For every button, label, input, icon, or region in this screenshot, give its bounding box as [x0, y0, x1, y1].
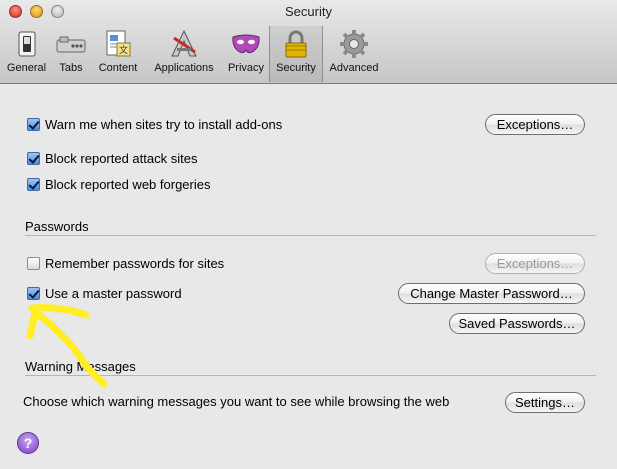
security-lock-icon	[285, 30, 307, 58]
block-web-forgeries-checkbox[interactable]	[27, 178, 40, 191]
warn-addons-label: Warn me when sites try to install add-on…	[45, 117, 283, 132]
security-pane: Warn me when sites try to install add-on…	[6, 84, 611, 464]
saved-passwords-button[interactable]: Saved Passwords…	[449, 313, 585, 334]
tab-tabs[interactable]: Tabs	[51, 26, 91, 82]
block-attack-sites-row[interactable]: Block reported attack sites	[27, 151, 197, 166]
tab-security[interactable]: Security	[269, 26, 323, 82]
master-password-label: Use a master password	[45, 286, 182, 301]
advanced-gear-icon	[340, 30, 368, 58]
tab-privacy[interactable]: Privacy	[223, 26, 269, 82]
block-attack-sites-label: Block reported attack sites	[45, 151, 198, 166]
title-bar: Security General Tabs 文 Content Applicat…	[0, 0, 617, 84]
tab-content[interactable]: 文 Content	[91, 26, 145, 82]
addons-exceptions-button[interactable]: Exceptions…	[485, 114, 585, 135]
change-master-password-button[interactable]: Change Master Password…	[398, 283, 585, 304]
tab-applications[interactable]: Applications	[145, 26, 223, 82]
window-title: Security	[285, 4, 332, 19]
remember-passwords-label: Remember passwords for sites	[45, 256, 225, 271]
remember-passwords-row[interactable]: Remember passwords for sites	[27, 256, 224, 271]
applications-icon	[171, 29, 197, 57]
help-button[interactable]: ?	[17, 432, 39, 454]
block-attack-sites-checkbox[interactable]	[27, 152, 40, 165]
block-web-forgeries-row[interactable]: Block reported web forgeries	[27, 177, 210, 192]
svg-text:文: 文	[119, 44, 128, 56]
remember-passwords-checkbox[interactable]	[27, 257, 40, 270]
warn-addons-checkbox-row[interactable]: Warn me when sites try to install add-on…	[27, 117, 282, 132]
passwords-separator	[25, 235, 596, 236]
preferences-toolbar: General Tabs 文 Content Applications Priv…	[2, 26, 385, 82]
general-switch-icon	[18, 31, 35, 57]
master-password-checkbox[interactable]	[27, 287, 40, 300]
block-web-forgeries-label: Block reported web forgeries	[45, 177, 211, 192]
tab-advanced[interactable]: Advanced	[323, 26, 385, 82]
passwords-heading: Passwords	[25, 219, 89, 234]
content-document-icon: 文	[106, 30, 131, 57]
master-password-row[interactable]: Use a master password	[27, 286, 182, 301]
preferences-window: Security General Tabs 文 Content Applicat…	[0, 0, 617, 469]
warn-addons-checkbox[interactable]	[27, 118, 40, 131]
passwords-exceptions-button: Exceptions…	[485, 253, 585, 274]
yellow-annotation-arrow-icon	[26, 304, 108, 388]
privacy-mask-icon	[232, 34, 260, 54]
warning-messages-description: Choose which warning messages you want t…	[23, 394, 450, 409]
tabs-icon	[56, 36, 86, 53]
warning-settings-button[interactable]: Settings…	[505, 392, 585, 413]
tab-general[interactable]: General	[2, 26, 51, 82]
